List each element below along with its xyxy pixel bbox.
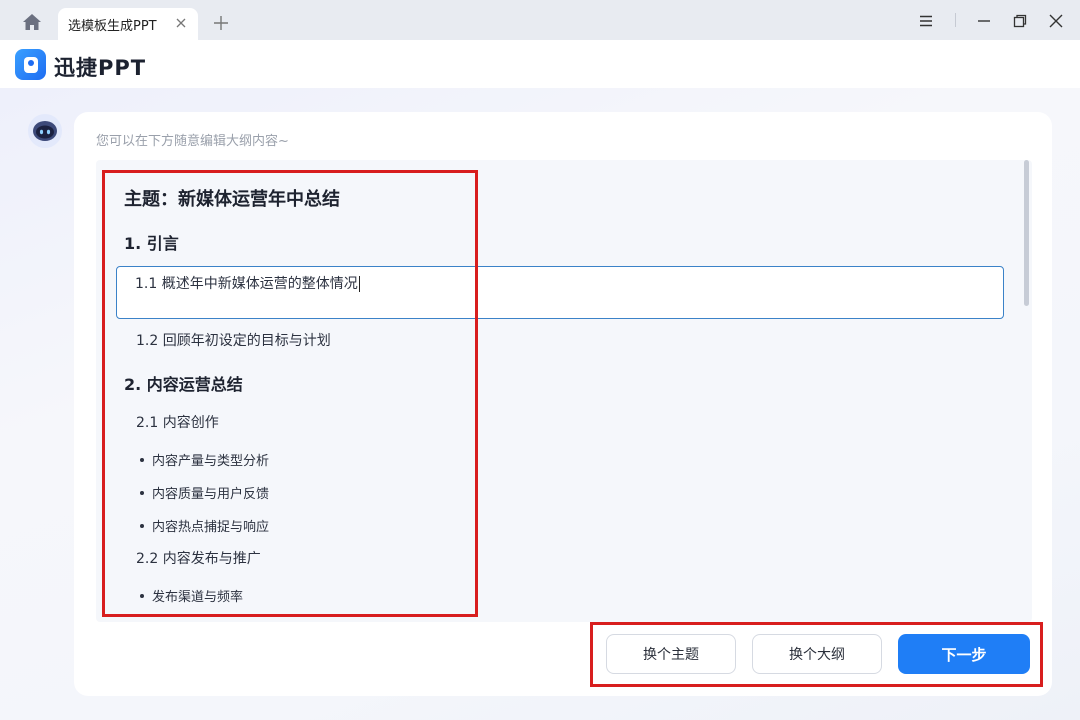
hamburger-icon (920, 15, 932, 27)
restore-button[interactable] (1007, 8, 1033, 34)
plus-icon (214, 16, 228, 30)
restore-icon (1013, 14, 1027, 28)
outline-item[interactable]: 1.2 回顾年初设定的目标与计划 (136, 330, 331, 350)
home-button[interactable] (12, 6, 52, 38)
app-brand: 迅捷PPT (54, 52, 146, 82)
outline-bullet[interactable]: 内容质量与用户反馈 (140, 483, 269, 502)
minimize-button[interactable] (971, 8, 997, 34)
outline-bullet[interactable]: 内容产量与类型分析 (140, 450, 269, 469)
close-window-button[interactable] (1043, 8, 1069, 34)
outline-editor[interactable]: 主题：新媒体运营年中总结 1. 引言 1.1 概述年中新媒体运营的整体情况 1.… (96, 160, 1032, 622)
new-tab-button[interactable] (208, 10, 234, 36)
outline-card: 您可以在下方随意编辑大纲内容~ 主题：新媒体运营年中总结 1. 引言 1.1 概… (74, 112, 1052, 696)
control-divider (955, 13, 956, 27)
outline-bullet[interactable]: 发布渠道与频率 (140, 586, 243, 605)
robot-icon (33, 121, 57, 141)
brand-prefix: 迅捷 (54, 56, 98, 80)
tab-close-button[interactable] (174, 16, 188, 30)
outline-title[interactable]: 主题：新媒体运营年中总结 (124, 185, 340, 211)
outline-section-heading[interactable]: 1. 引言 (124, 230, 179, 254)
outline-bullet[interactable]: 内容热点捕捉与响应 (140, 516, 269, 535)
outline-section-heading[interactable]: 2. 内容运营总结 (124, 371, 243, 395)
brand-suffix: PPT (98, 56, 147, 80)
change-outline-button[interactable]: 换个大纲 (752, 634, 882, 674)
outline-item-edit-field[interactable]: 1.1 概述年中新媒体运营的整体情况 (116, 266, 1004, 319)
tab-template-ppt[interactable]: 选模板生成PPT (58, 8, 198, 40)
outline-item-text[interactable]: 1.1 概述年中新媒体运营的整体情况 (135, 273, 360, 293)
title-bar: 选模板生成PPT (0, 0, 1080, 40)
close-icon (1049, 14, 1063, 28)
outline-item[interactable]: 2.2 内容发布与推广 (136, 548, 261, 568)
change-theme-button[interactable]: 换个主题 (606, 634, 736, 674)
assistant-avatar (28, 114, 62, 148)
card-hint: 您可以在下方随意编辑大纲内容~ (96, 134, 289, 149)
tab-label: 选模板生成PPT (68, 18, 157, 34)
menu-button[interactable] (913, 8, 939, 34)
close-icon (176, 18, 186, 28)
home-icon (23, 14, 41, 30)
app-logo-icon (15, 49, 46, 80)
minimize-icon (978, 20, 990, 22)
outline-item[interactable]: 2.1 内容创作 (136, 412, 219, 432)
next-step-button[interactable]: 下一步 (898, 634, 1030, 674)
app-header: 迅捷PPT (0, 40, 1080, 88)
scrollbar-thumb[interactable] (1024, 160, 1029, 306)
text-caret (358, 276, 360, 292)
